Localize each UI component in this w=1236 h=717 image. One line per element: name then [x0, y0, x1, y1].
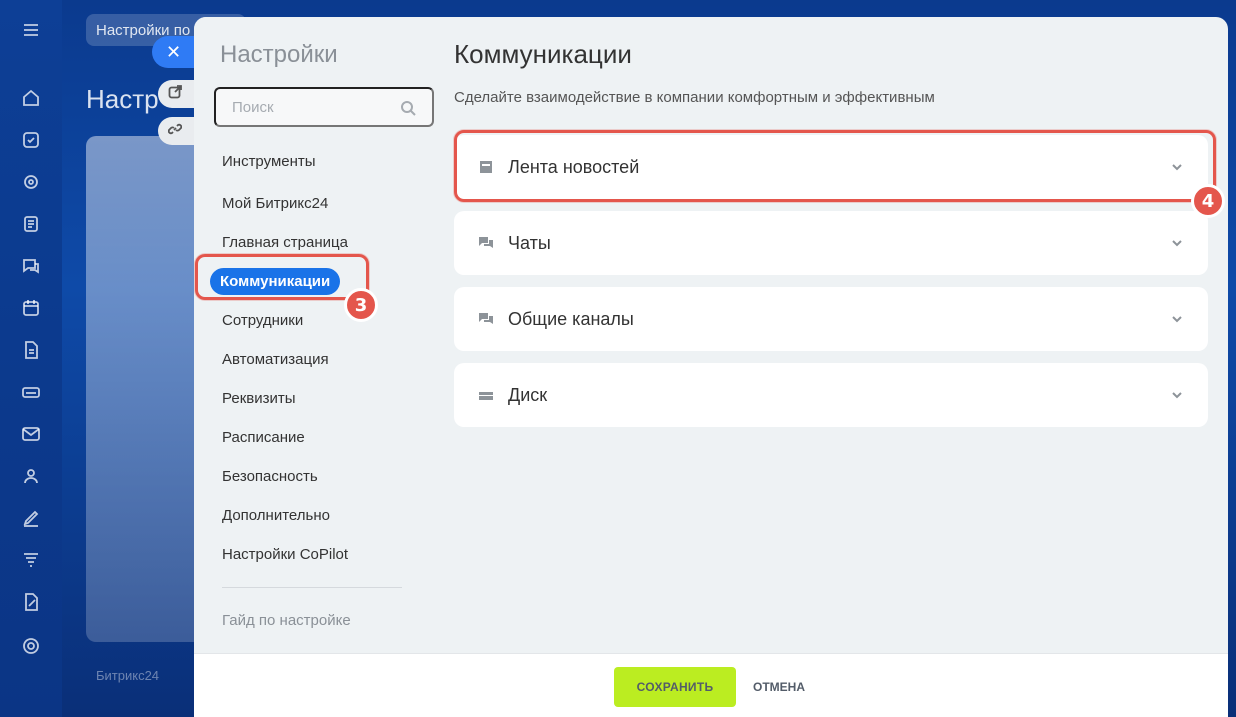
chat-icon — [478, 235, 494, 251]
section-label: Диск — [508, 384, 548, 405]
external-link-icon — [168, 84, 182, 104]
highlight-nav-communications — [195, 254, 369, 300]
reports-icon[interactable] — [19, 590, 43, 614]
chat-icon[interactable] — [19, 254, 43, 278]
nav-item-employees[interactable]: Сотрудники — [222, 312, 303, 329]
docs-icon[interactable] — [19, 338, 43, 362]
filter-icon[interactable] — [19, 548, 43, 572]
page-title: Коммуникации — [454, 39, 632, 69]
setup-guide-link[interactable]: Гайд по настройке — [222, 612, 351, 629]
nav-item-my-bitrix24[interactable]: Мой Битрикс24 — [222, 195, 328, 212]
section-public-channels[interactable]: Общие каналы — [454, 287, 1208, 351]
crm-icon[interactable] — [19, 170, 43, 194]
panel-footer: СОХРАНИТЬ ОТМЕНА — [194, 653, 1228, 717]
calendar-icon[interactable] — [19, 296, 43, 320]
feed-icon[interactable] — [19, 212, 43, 236]
chevron-down-icon — [1170, 388, 1184, 402]
settings-nav: Настройки Инструменты Мой Битрикс24 Глав… — [194, 17, 434, 653]
save-button[interactable]: СОХРАНИТЬ — [614, 667, 736, 707]
section-label: Общие каналы — [508, 308, 634, 329]
menu-icon[interactable] — [19, 18, 43, 42]
nav-item-additional[interactable]: Дополнительно — [222, 507, 330, 524]
nav-item-copilot[interactable]: Настройки CoPilot — [222, 546, 348, 563]
drive-icon — [478, 387, 494, 403]
chevron-down-icon — [1170, 236, 1184, 250]
page-description: Сделайте взаимодействие в компании комфо… — [454, 89, 935, 106]
background-card — [86, 136, 206, 642]
nav-item-schedule[interactable]: Расписание — [222, 429, 305, 446]
nav-item-main-page[interactable]: Главная страница — [222, 234, 348, 251]
section-chats[interactable]: Чаты — [454, 211, 1208, 275]
settings-content: Коммуникации Сделайте взаимодействие в к… — [432, 17, 1228, 653]
settings-icon[interactable] — [19, 634, 43, 658]
sign-icon[interactable] — [19, 506, 43, 530]
section-drive[interactable]: Диск — [454, 363, 1208, 427]
nav-item-requisites[interactable]: Реквизиты — [222, 390, 296, 407]
mail-icon[interactable] — [19, 422, 43, 446]
annotation-badge-3: 3 — [344, 288, 378, 322]
home-icon[interactable] — [19, 86, 43, 110]
background-footer: Битрикс24 — [96, 668, 160, 683]
chat-icon — [478, 311, 494, 327]
section-label: Чаты — [508, 232, 551, 253]
drive-icon[interactable] — [19, 380, 43, 404]
highlight-section-news-feed — [454, 130, 1216, 202]
people-icon[interactable] — [19, 464, 43, 488]
nav-divider — [222, 587, 402, 588]
nav-item-security[interactable]: Безопасность — [222, 468, 318, 485]
tasks-icon[interactable] — [19, 128, 43, 152]
nav-item-tools[interactable]: Инструменты — [222, 153, 316, 170]
annotation-badge-4: 4 — [1191, 184, 1225, 218]
cancel-button[interactable]: ОТМЕНА — [744, 667, 814, 707]
app-rail — [0, 0, 62, 717]
settings-panel: Настройки Инструменты Мой Битрикс24 Глав… — [194, 17, 1228, 717]
chevron-down-icon — [1170, 312, 1184, 326]
nav-item-automation[interactable]: Автоматизация — [222, 351, 329, 368]
link-icon — [167, 122, 183, 141]
search-icon[interactable] — [400, 100, 416, 116]
settings-title: Настройки — [220, 41, 338, 68]
